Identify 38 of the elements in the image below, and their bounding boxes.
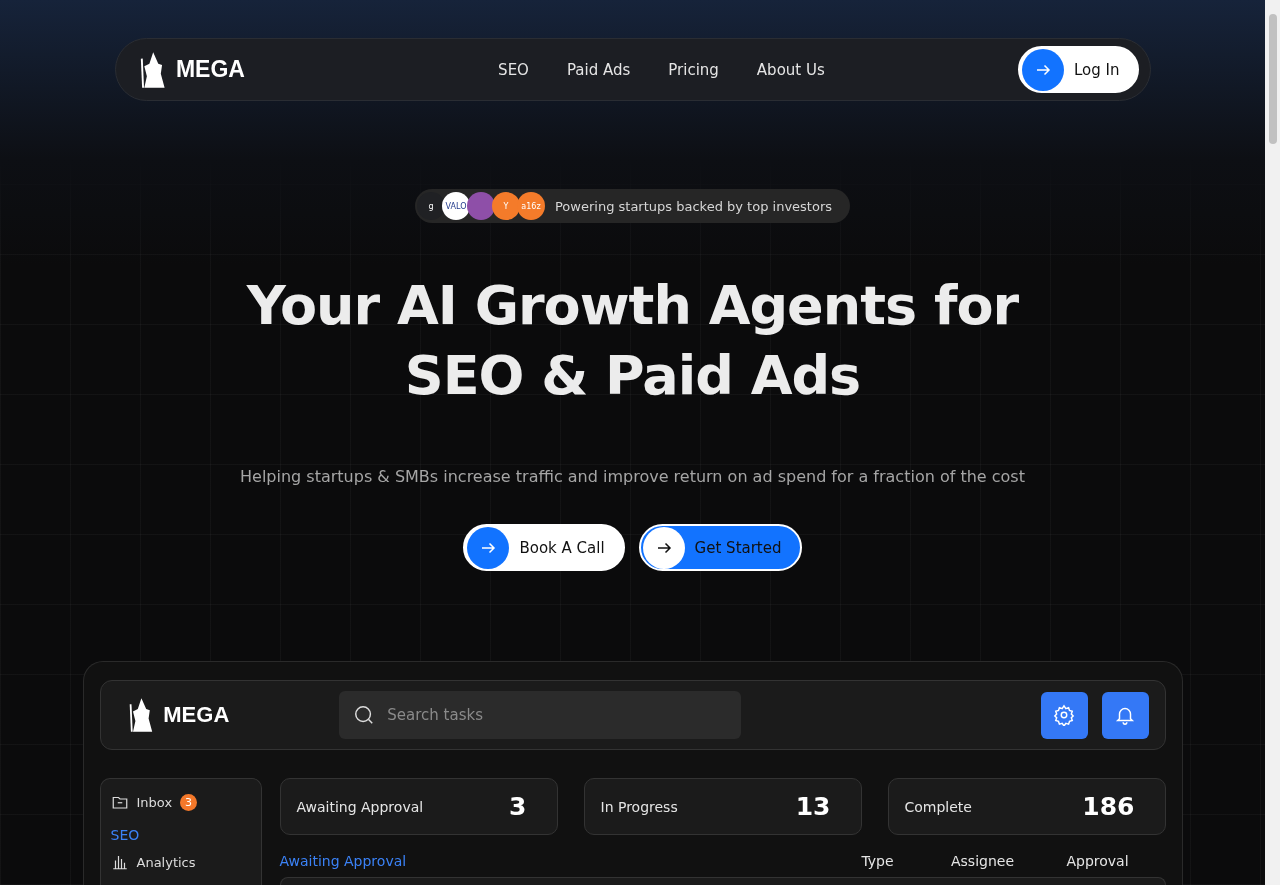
sidebar-label: Analytics [136, 854, 196, 870]
inbox-count: 3 [180, 793, 198, 811]
inbox-item[interactable]: Inbox 3 [110, 793, 251, 811]
settings-icon [1053, 704, 1075, 726]
nav-link[interactable]: Pricing [668, 60, 719, 79]
badge-text: Powering startups backed by top investors [555, 198, 832, 214]
cta-button[interactable]: Book A Call [463, 524, 625, 571]
nav-link[interactable]: About Us [756, 60, 825, 79]
stat-label: Complete [904, 798, 972, 815]
stat-label: Awaiting Approval [296, 798, 424, 815]
stat-value: 186 [1082, 792, 1135, 821]
nav-link[interactable]: Paid Ads [566, 60, 631, 79]
brand-name: MEGA [163, 702, 230, 728]
inbox-label: Inbox [136, 794, 173, 810]
cta-button[interactable]: Get Started [638, 524, 802, 571]
table-title: Awaiting Approval [279, 853, 408, 869]
sidebar-item[interactable]: Analytics [110, 853, 251, 871]
investor-logo: g [417, 192, 445, 220]
investor-logo: a16z [517, 192, 545, 220]
section-label: SEO [110, 827, 141, 843]
stat-label: In Progress [600, 798, 678, 815]
column-header: Assignee [949, 853, 1015, 869]
brand-name: MEGA [175, 56, 245, 83]
stat-value: 3 [509, 792, 527, 821]
investor-logo: Y [492, 192, 520, 220]
notifications-button[interactable] [1101, 691, 1149, 739]
hero-title: Your AI Growth Agents for SEO & Paid Ads [246, 273, 1019, 409]
login-button[interactable]: Log In [1018, 46, 1140, 93]
hero-subtitle: Helping startups & SMBs increase traffic and improve return on ad spend for a fraction of the cost [240, 467, 1025, 486]
investor-logo: VALO [442, 192, 470, 220]
search-field[interactable]: Search tasks [339, 691, 742, 739]
settings-button[interactable] [1040, 691, 1088, 739]
column-header: Type [860, 853, 895, 869]
bar-chart-icon [110, 853, 129, 871]
search-icon [353, 704, 376, 726]
stat-value: 13 [795, 792, 831, 821]
column-header: Approval [1065, 853, 1130, 869]
nav-link[interactable]: SEO [498, 60, 529, 79]
